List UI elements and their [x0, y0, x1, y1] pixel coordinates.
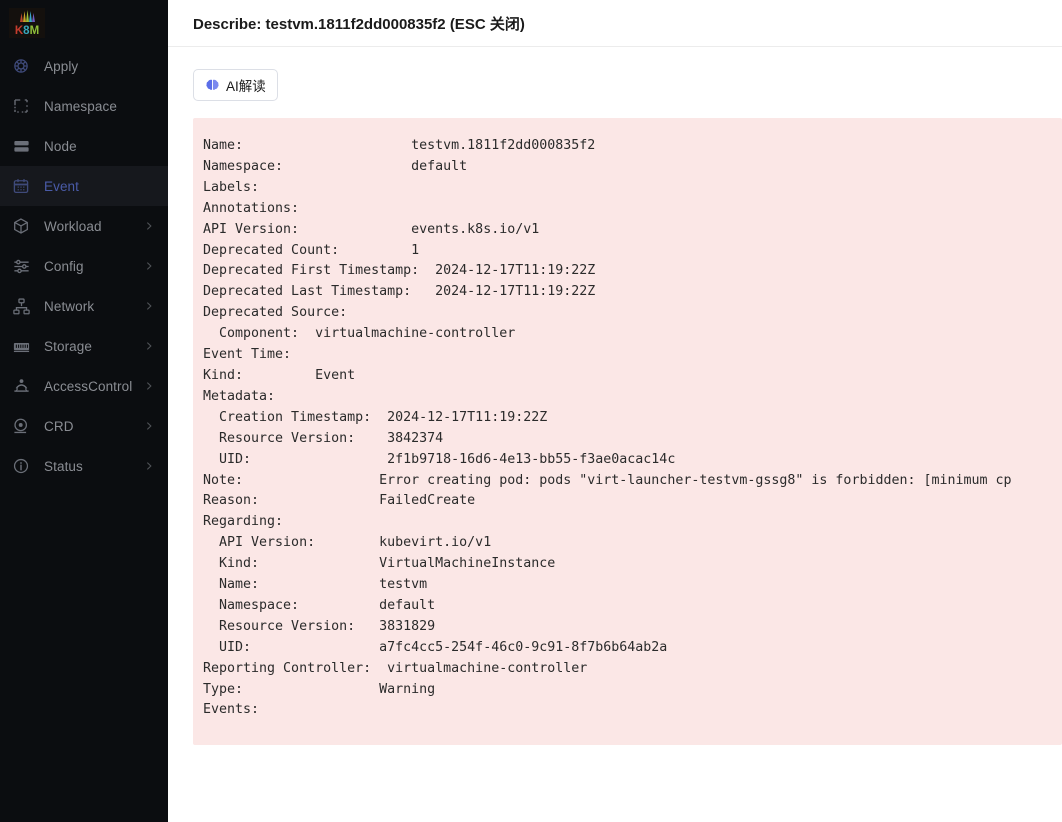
chevron-right-icon	[146, 462, 152, 470]
chevron-right-icon	[146, 262, 152, 270]
helm-wheel-icon	[10, 55, 32, 77]
sidebar-item-label: Event	[44, 178, 80, 194]
user-shield-icon	[10, 375, 32, 397]
app-root: K8M Apply Namespace Node Event Workload …	[0, 0, 1062, 822]
sidebar-item-label: Workload	[44, 218, 102, 234]
describe-text: Name: testvm.1811f2dd000835f2 Namespace:…	[203, 138, 1012, 718]
sidebar-item-event[interactable]: Event	[0, 166, 168, 206]
svg-text:K8M: K8M	[15, 25, 39, 37]
sidebar-item-label: AccessControl	[44, 378, 133, 394]
describe-output-panel[interactable]: Name: testvm.1811f2dd000835f2 Namespace:…	[193, 118, 1062, 745]
chevron-right-icon	[146, 342, 152, 350]
k8m-logo-icon: K8M	[9, 8, 45, 38]
dashed-square-icon	[10, 95, 32, 117]
sidebar-item-apply[interactable]: Apply	[0, 46, 168, 86]
sidebar-item-label: Namespace	[44, 98, 117, 114]
page-title: Describe: testvm.1811f2dd000835f2 (ESC 关…	[193, 15, 525, 33]
calendar-icon	[10, 175, 32, 197]
network-topology-icon	[10, 295, 32, 317]
ai-explain-button[interactable]: AI解读	[193, 69, 278, 101]
chevron-right-icon	[146, 222, 152, 230]
sidebar-item-config[interactable]: Config	[0, 246, 168, 286]
info-circle-icon	[10, 455, 32, 477]
sidebar-item-namespace[interactable]: Namespace	[0, 86, 168, 126]
brand-logo[interactable]: K8M	[0, 0, 168, 46]
server-stack-icon	[10, 135, 32, 157]
sidebar-item-label: Status	[44, 458, 83, 474]
sidebar-nav: Apply Namespace Node Event Workload Conf…	[0, 46, 168, 486]
storage-chip-icon	[10, 335, 32, 357]
disc-icon	[10, 415, 32, 437]
sidebar-item-label: Config	[44, 258, 84, 274]
sliders-icon	[10, 255, 32, 277]
sidebar: K8M Apply Namespace Node Event Workload …	[0, 0, 168, 822]
cube-icon	[10, 215, 32, 237]
sidebar-item-label: Node	[44, 138, 77, 154]
chevron-right-icon	[146, 302, 152, 310]
chevron-right-icon	[146, 382, 152, 390]
sidebar-item-workload[interactable]: Workload	[0, 206, 168, 246]
sidebar-item-accesscontrol[interactable]: AccessControl	[0, 366, 168, 406]
sidebar-item-label: Apply	[44, 58, 79, 74]
chevron-right-icon	[146, 422, 152, 430]
sidebar-item-label: Storage	[44, 338, 92, 354]
sidebar-item-label: Network	[44, 298, 95, 314]
sidebar-item-storage[interactable]: Storage	[0, 326, 168, 366]
main-content: Describe: testvm.1811f2dd000835f2 (ESC 关…	[168, 0, 1062, 822]
sidebar-item-label: CRD	[44, 418, 74, 434]
sidebar-item-status[interactable]: Status	[0, 446, 168, 486]
sidebar-item-network[interactable]: Network	[0, 286, 168, 326]
brain-icon	[206, 79, 219, 90]
describe-toolbar: AI解读	[168, 47, 1062, 118]
sidebar-item-node[interactable]: Node	[0, 126, 168, 166]
ai-explain-label: AI解读	[226, 79, 266, 94]
sidebar-item-crd[interactable]: CRD	[0, 406, 168, 446]
describe-header: Describe: testvm.1811f2dd000835f2 (ESC 关…	[168, 0, 1062, 47]
